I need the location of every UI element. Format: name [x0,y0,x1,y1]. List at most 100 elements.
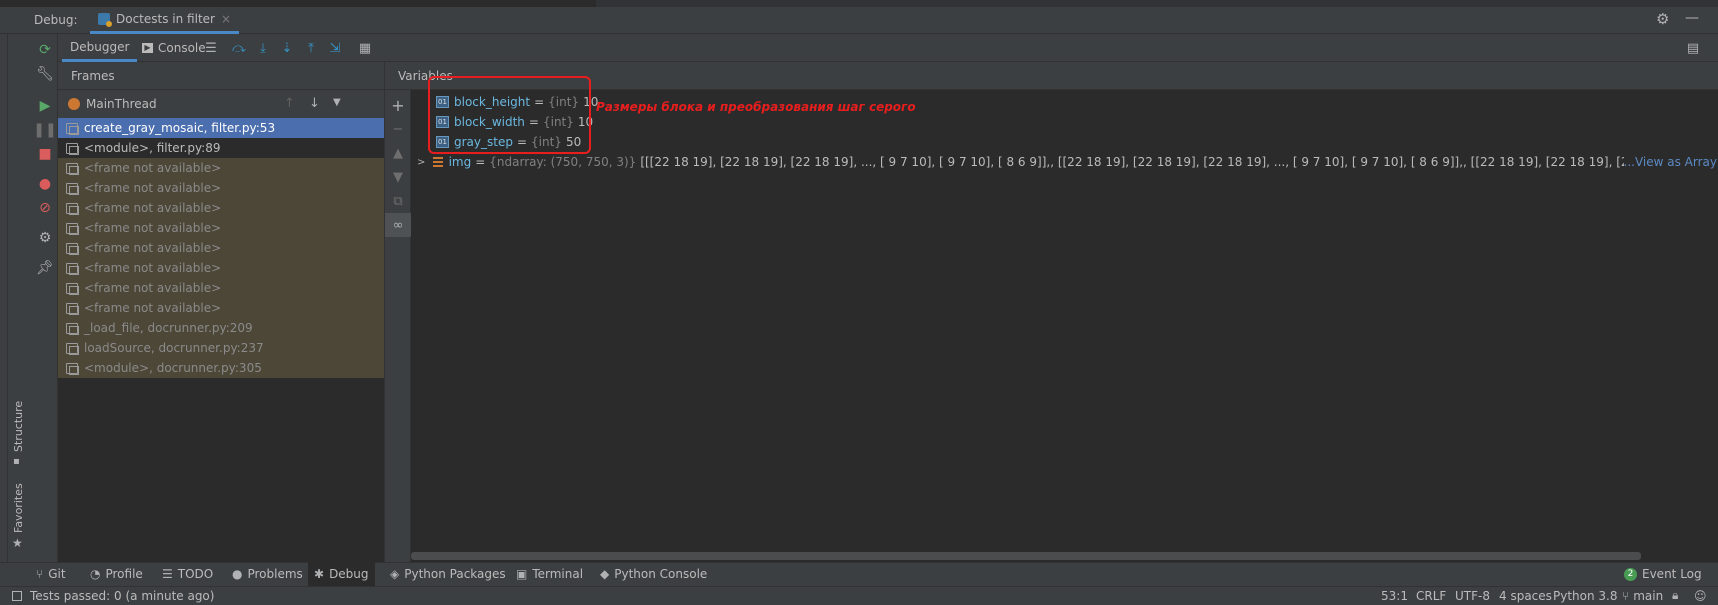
frame-row[interactable]: <module>, filter.py:89 [58,138,384,158]
mute-breakpoints-icon[interactable]: ⊘ [32,197,58,219]
frame-icon [66,262,79,275]
minimize-icon[interactable]: — [1685,10,1699,26]
status-message[interactable]: Tests passed: 0 (a minute ago) [12,586,214,605]
tab-debug[interactable]: ✱ Debug [308,562,375,586]
tab-python-console[interactable]: ◆ Python Console [594,562,713,586]
caret-position[interactable]: 53:1 [1381,586,1408,605]
line-separator[interactable]: CRLF [1416,586,1446,605]
interpreter[interactable]: Python 3.8 [1553,586,1618,605]
chevron-down-icon[interactable]: ▼ [333,97,341,108]
run-to-cursor-icon[interactable]: ⇲ [324,34,346,62]
move-up-icon[interactable]: ▲ [385,141,411,165]
frame-row[interactable]: _load_file, docrunner.py:209 [58,318,384,338]
inspector-icon[interactable]: ☺ [1694,586,1707,605]
pin-icon[interactable]: 📌︎ [32,257,58,279]
frame-label: <frame not available> [84,281,222,295]
layout-settings-icon[interactable]: ▤ [1682,34,1704,62]
debugger-toolbar: Debugger ▶ Console ☰ ⤼ ⤓ ⇣ ⤒ ⇲ ▦ ▤ [58,34,1718,62]
step-over-icon[interactable]: ⤼ [228,34,250,62]
packages-icon: ◈ [390,567,400,581]
frame-row[interactable]: <frame not available> [58,298,384,318]
frame-label: <frame not available> [84,161,222,175]
pause-icon[interactable]: ❚❚ [32,119,58,141]
settings-gear-icon[interactable]: ⚙ [1656,10,1669,28]
move-down-icon[interactable]: ▼ [385,165,411,189]
frame-icon [66,222,79,235]
tab-git[interactable]: ⑂ Git [30,562,72,586]
frame-row[interactable]: <frame not available> [58,198,384,218]
frame-row[interactable]: <frame not available> [58,238,384,258]
frame-row[interactable]: <module>, docrunner.py:305 [58,358,384,378]
frame-label: _load_file, docrunner.py:209 [84,321,253,335]
close-icon[interactable]: × [221,12,231,26]
frame-icon [66,202,79,215]
tab-event-log[interactable]: 2 Event Log [1618,562,1708,586]
add-watch-icon[interactable]: + [385,93,411,117]
structure-tab[interactable]: Structure [12,401,25,452]
tab-event-log-label: Event Log [1642,567,1702,581]
session-tab[interactable]: Doctests in filter × [90,7,240,34]
menu-icon[interactable]: ☰ [200,34,222,62]
frame-icon [66,342,79,355]
tab-profile[interactable]: ◔ Profile [84,562,149,586]
git-branch-label: main [1633,588,1664,603]
resume-icon[interactable]: ▶ [32,95,58,117]
frame-row[interactable]: <frame not available> [58,178,384,198]
horizontal-scrollbar[interactable] [411,552,1641,560]
python-test-icon [98,13,112,27]
remove-watch-icon[interactable]: − [385,117,411,141]
file-encoding[interactable]: UTF-8 [1455,586,1490,605]
frame-icon [66,362,79,375]
frame-row[interactable]: <frame not available> [58,218,384,238]
git-icon: ⑂ [36,567,44,581]
frame-icon [66,142,79,155]
thread-icon [68,98,80,110]
problems-icon: ● [232,567,243,581]
thread-selector[interactable]: MainThread ↑ ↓ ▼ [58,90,384,118]
lock-icon[interactable]: 🔒︎ [1672,586,1678,605]
variable-row-img[interactable]: > img = {ndarray: (750, 750, 3)} [[[22 18 19… [417,152,1717,172]
frame-label: create_gray_mosaic, filter.py:53 [84,121,276,135]
frame-row[interactable]: <frame not available> [58,278,384,298]
view-breakpoints-icon[interactable]: ● [32,173,58,195]
frame-row[interactable]: <frame not available> [58,258,384,278]
frame-label: loadSource, docrunner.py:237 [84,341,264,355]
expand-chevron-icon[interactable]: > [417,157,425,168]
tab-todo-label: TODO [177,567,214,581]
step-into-my-code-icon[interactable]: ⇣ [276,34,298,62]
frame-row[interactable]: <frame not available> [58,158,384,178]
tab-debugger[interactable]: Debugger [62,34,138,62]
frame-row[interactable]: create_gray_mosaic, filter.py:53 [58,118,384,138]
frame-up-icon[interactable]: ↑ [284,96,295,111]
frame-down-icon[interactable]: ↓ [309,96,320,111]
debug-tool-header [0,7,1718,34]
evaluate-expression-icon[interactable]: ▦ [354,34,376,62]
variable-type: {ndarray: (750, 750, 3)} [489,155,637,169]
python-console-icon: ◆ [600,567,610,581]
debug-label: Debug: [34,13,78,27]
frame-icon [66,322,79,335]
tab-python-packages[interactable]: ◈ Python Packages [384,562,512,586]
indent-setting[interactable]: 4 spaces [1499,586,1552,605]
annotation-text: Размеры блока и преобразования шаг серог… [596,100,916,114]
show-watches-glasses-icon[interactable]: ∞ [385,213,411,237]
tab-todo[interactable]: ☰ TODO [156,562,219,586]
tab-problems[interactable]: ● Problems [226,562,309,586]
step-into-icon[interactable]: ⤓ [252,34,274,62]
frame-row[interactable]: loadSource, docrunner.py:237 [58,338,384,358]
terminal-icon: ▣ [516,567,528,581]
status-message-text: Tests passed: 0 (a minute ago) [30,588,215,603]
rerun-icon[interactable]: ⟳ [32,39,58,61]
copy-watch-icon[interactable]: ⧉ [385,189,411,213]
git-branch[interactable]: ⑂ main [1622,586,1663,605]
wrench-icon[interactable]: 🔧︎ [32,63,58,85]
stop-icon[interactable]: ■ [32,143,58,165]
tab-terminal[interactable]: ▣ Terminal [510,562,589,586]
favorites-tab[interactable]: Favorites [12,483,25,533]
frame-icon [66,282,79,295]
settings-icon[interactable]: ⚙ [32,227,58,249]
frames-title: Frames [71,69,115,83]
view-as-array-link[interactable]: ...View as Array [1624,155,1717,169]
step-out-icon[interactable]: ⤒ [300,34,322,62]
frame-label: <frame not available> [84,301,222,315]
